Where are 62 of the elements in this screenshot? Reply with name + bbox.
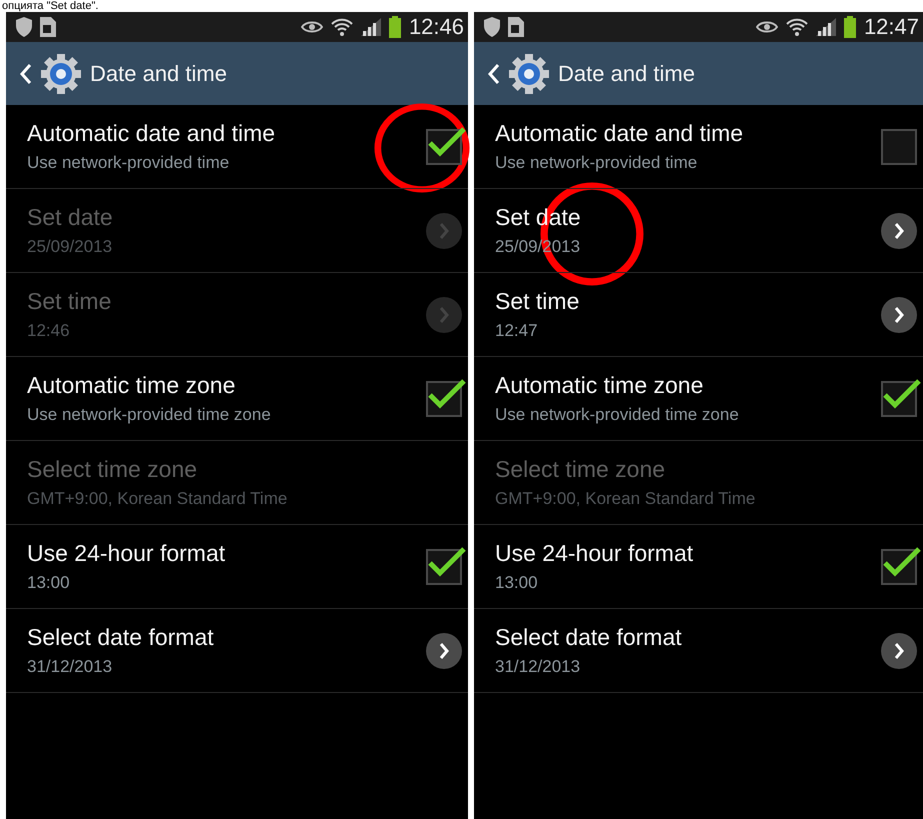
setting-title: Select date format bbox=[495, 624, 682, 651]
settings-row[interactable]: Set time 12:47 bbox=[474, 273, 923, 357]
setting-title: Use 24-hour format bbox=[27, 540, 226, 567]
setting-summary: 12:47 bbox=[495, 321, 538, 341]
setting-summary: Use network-provided time bbox=[495, 153, 698, 173]
screen-title: Date and time bbox=[90, 60, 227, 86]
setting-title: Select time zone bbox=[27, 456, 198, 483]
setting-title: Select date format bbox=[27, 624, 214, 651]
setting-summary: 13:00 bbox=[27, 573, 70, 593]
clock: 12:46 bbox=[408, 14, 464, 40]
wifi-icon bbox=[330, 17, 353, 37]
eye-icon bbox=[300, 20, 323, 34]
shield-icon bbox=[484, 17, 500, 37]
signal-icon bbox=[360, 18, 381, 36]
caption-text: опцията "Set date". bbox=[1, 0, 100, 12]
setting-title: Automatic time zone bbox=[27, 372, 236, 399]
wifi-icon bbox=[786, 17, 808, 37]
setting-title: Set time bbox=[495, 288, 580, 315]
setting-summary: Use network-provided time zone bbox=[27, 405, 271, 425]
setting-summary: 13:00 bbox=[495, 573, 538, 593]
settings-row[interactable]: Automatic date and time Use network-provided time bbox=[474, 105, 923, 189]
screen-title: Date and time bbox=[558, 60, 695, 86]
chevron-icon bbox=[438, 222, 450, 240]
chevron-icon bbox=[438, 306, 450, 324]
setting-title: Automatic time zone bbox=[495, 372, 704, 399]
chevron-icon bbox=[893, 642, 905, 660]
checkbox[interactable] bbox=[881, 128, 917, 164]
battery-icon bbox=[388, 16, 401, 38]
back-icon[interactable] bbox=[488, 62, 500, 84]
setting-title: Automatic date and time bbox=[27, 120, 276, 147]
eye-icon bbox=[756, 20, 778, 34]
setting-title: Set date bbox=[27, 204, 113, 231]
setting-summary: 31/12/2013 bbox=[495, 657, 580, 677]
chevron-icon bbox=[438, 642, 450, 660]
chevron-button[interactable] bbox=[426, 632, 462, 668]
chevron-icon bbox=[893, 222, 905, 240]
setting-summary: Use network-provided time bbox=[27, 153, 230, 173]
setting-summary: 25/09/2013 bbox=[27, 237, 112, 257]
signal-icon bbox=[816, 18, 836, 36]
settings-row[interactable]: Select date format 31/12/2013 bbox=[6, 609, 468, 693]
settings-row[interactable]: Select date format 31/12/2013 bbox=[474, 609, 923, 693]
chevron-button[interactable] bbox=[881, 296, 917, 332]
setting-title: Use 24-hour format bbox=[495, 540, 694, 567]
chevron-button[interactable] bbox=[881, 632, 917, 668]
setting-summary: 12:46 bbox=[27, 321, 70, 341]
setting-title: Automatic date and time bbox=[495, 120, 744, 147]
setting-summary: 31/12/2013 bbox=[27, 657, 112, 677]
sim-card-icon bbox=[508, 17, 524, 37]
battery-icon bbox=[844, 16, 856, 38]
gear-icon bbox=[508, 52, 550, 94]
setting-summary: GMT+9:00, Korean Standard Time bbox=[495, 489, 756, 509]
clock: 12:47 bbox=[864, 14, 919, 40]
chevron-button[interactable] bbox=[881, 212, 917, 248]
shield-icon bbox=[16, 17, 32, 37]
sim-card-icon bbox=[40, 17, 56, 37]
gear-icon bbox=[40, 52, 82, 94]
back-icon[interactable] bbox=[20, 62, 32, 84]
setting-title: Select time zone bbox=[495, 456, 666, 483]
chevron-icon bbox=[893, 306, 905, 324]
setting-title: Set time bbox=[27, 288, 112, 315]
setting-summary: GMT+9:00, Korean Standard Time bbox=[27, 489, 288, 509]
setting-summary: Use network-provided time zone bbox=[495, 405, 739, 425]
